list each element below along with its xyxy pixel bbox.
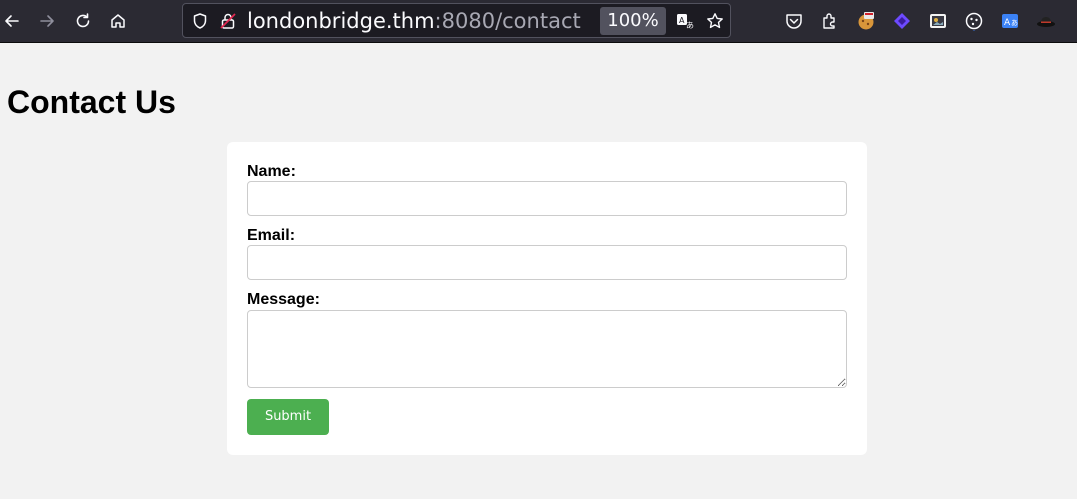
forward-arrow-icon: [40, 15, 54, 27]
svg-text:A: A: [1004, 18, 1011, 28]
url-text[interactable]: londonbridge.thm:8080/contact: [247, 7, 581, 35]
name-input[interactable]: [247, 181, 847, 216]
address-bar[interactable]: londonbridge.thm:8080/contact 100% Aあ: [182, 3, 731, 38]
svg-text:あ: あ: [686, 21, 694, 30]
proton-extension-icon[interactable]: [892, 11, 912, 31]
contact-form-card: Name: Email: Message: Submit: [227, 142, 867, 455]
back-button[interactable]: [0, 9, 24, 33]
shield-icon[interactable]: [191, 12, 209, 30]
reload-icon: [76, 13, 90, 28]
translate-extension-icon[interactable]: Aあ: [1000, 11, 1020, 31]
name-label: Name:: [247, 163, 296, 180]
pocket-icon[interactable]: [784, 11, 804, 31]
forward-button[interactable]: [35, 9, 59, 33]
hat-extension-icon[interactable]: [1036, 11, 1056, 31]
zoom-level-button[interactable]: 100%: [600, 7, 666, 35]
cookie-extension-icon[interactable]: [856, 11, 876, 31]
home-button[interactable]: [106, 9, 130, 33]
submit-button[interactable]: Submit: [247, 399, 329, 435]
svg-text:A: A: [679, 16, 685, 25]
page-title: Contact Us: [7, 84, 176, 120]
email-label: Email:: [247, 227, 296, 244]
reload-button[interactable]: [71, 9, 95, 33]
url-path: :8080/contact: [434, 9, 581, 33]
svg-text:あ: あ: [1011, 19, 1018, 27]
extensions-icon[interactable]: [820, 11, 840, 31]
cookie-editor-icon[interactable]: [964, 11, 984, 31]
message-label: Message:: [247, 291, 320, 308]
translate-icon[interactable]: Aあ: [676, 12, 694, 30]
message-textarea[interactable]: [247, 310, 847, 388]
back-arrow-icon: [5, 15, 19, 27]
email-input[interactable]: [247, 245, 847, 280]
home-icon: [111, 14, 125, 28]
insecure-lock-icon[interactable]: [219, 12, 237, 30]
card-extension-icon[interactable]: [928, 11, 948, 31]
browser-toolbar: londonbridge.thm:8080/contact 100% Aあ Aあ: [0, 0, 1077, 43]
url-host: londonbridge.thm: [247, 9, 435, 33]
bookmark-star-icon[interactable]: [706, 12, 724, 30]
